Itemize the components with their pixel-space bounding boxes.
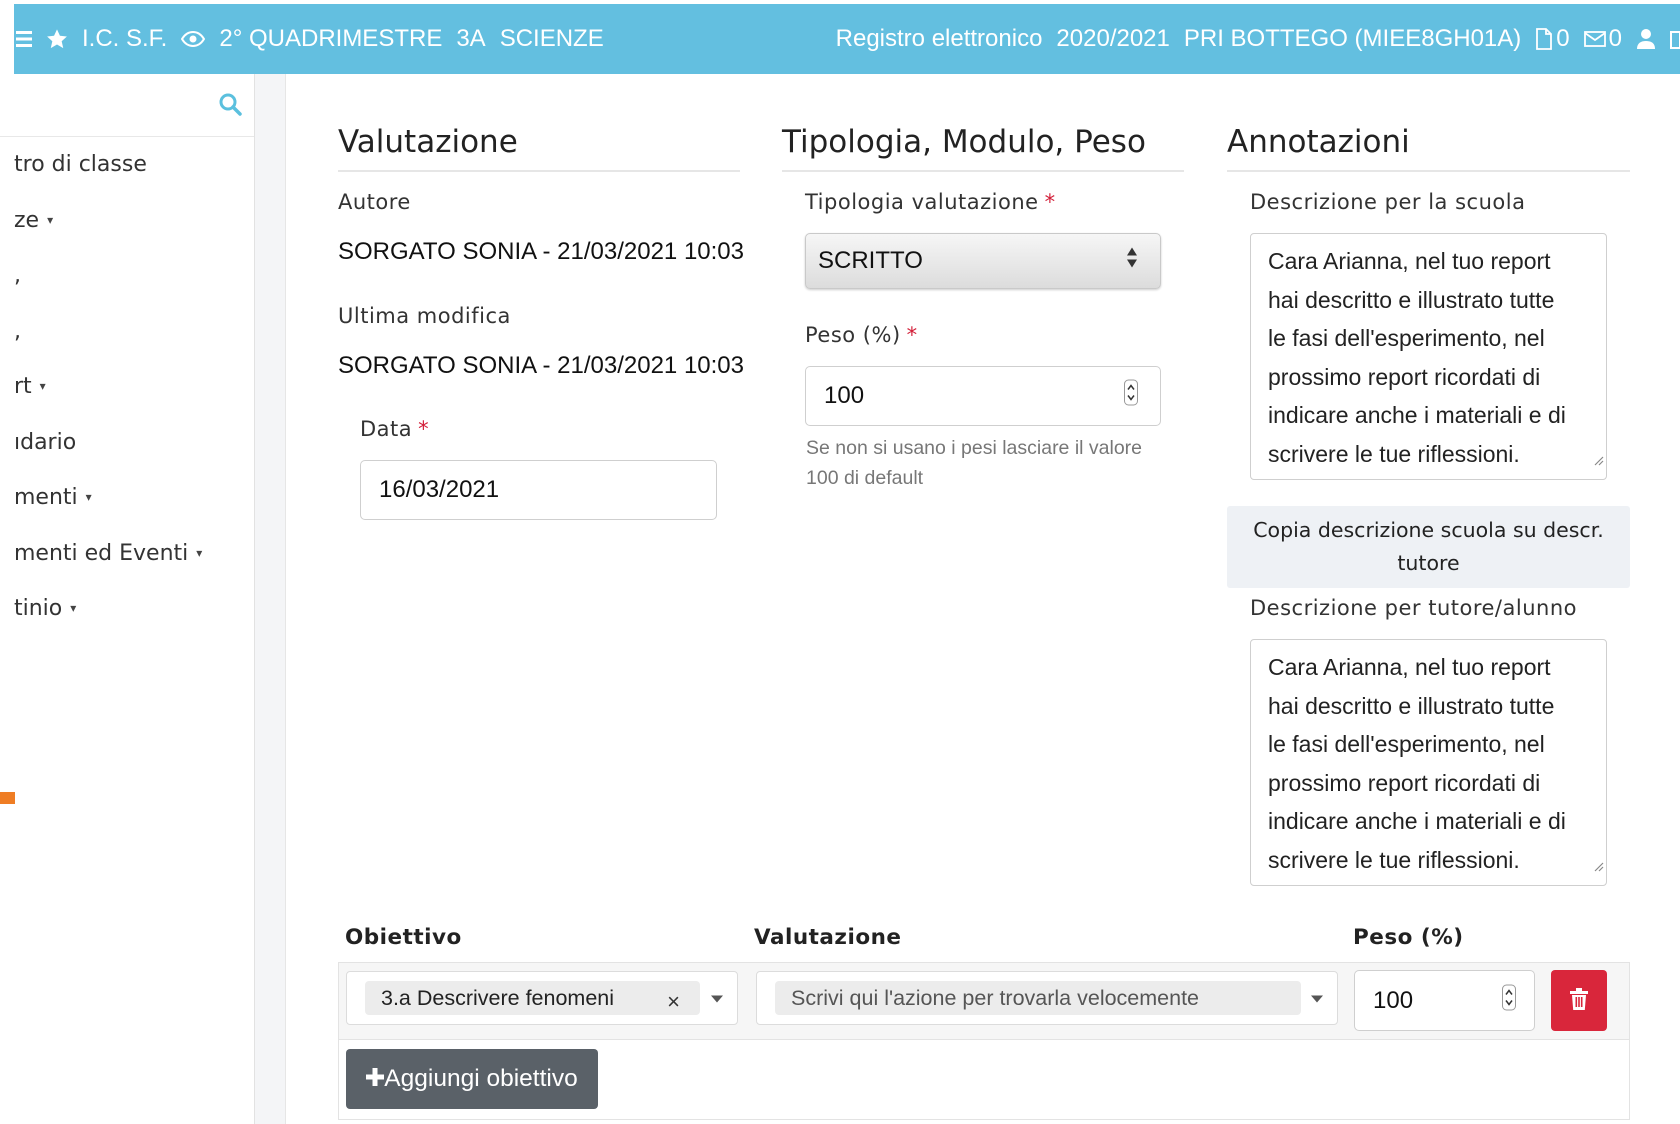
documents-link[interactable]: 0 [1535, 25, 1570, 53]
descrizione-scuola-textarea[interactable]: Cara Arianna, nel tuo report hai descrit… [1250, 233, 1607, 480]
descrizione-scuola-label: Descrizione per la scuola [1250, 190, 1526, 214]
sidebar-item-4[interactable]: , [0, 304, 254, 360]
chevron-down-icon[interactable] [711, 989, 723, 1008]
sidebar-item-documenti-eventi[interactable]: menti ed Eventi ▾ [0, 526, 254, 582]
documents-count: 0 [1556, 25, 1570, 52]
user-icon[interactable] [1636, 28, 1656, 50]
sidebar-item-report[interactable]: rt ▾ [0, 359, 254, 415]
peso-label: Peso (%) * [805, 323, 918, 347]
caret-down-icon: ▾ [196, 545, 203, 560]
caret-down-icon: ▾ [70, 601, 77, 616]
sidebar: tro di classe ze ▾ , , rt ▾ ıdario menti ▾ … [0, 74, 255, 1124]
data-label: Data * [360, 417, 430, 441]
sidebar-search[interactable] [0, 74, 254, 137]
chevron-down-icon[interactable] [1311, 989, 1323, 1008]
caret-down-icon: ▾ [85, 490, 92, 505]
number-stepper-icon[interactable] [1124, 379, 1138, 413]
select-arrows-icon [1126, 247, 1138, 276]
peso-value: 100 [824, 382, 865, 409]
logout-icon[interactable] [1670, 28, 1680, 50]
caret-down-icon: ▾ [39, 379, 46, 394]
section-title-valutazione: Valutazione [338, 124, 740, 172]
obiettivo-peso-value: 100 [1373, 986, 1414, 1014]
sidebar-item-registro-classe[interactable]: tro di classe [0, 137, 254, 193]
sidebar-item-documenti[interactable]: menti ▾ [0, 470, 254, 526]
app-info: Registro elettronico 2020/2021 PRI BOTTE… [836, 25, 1680, 53]
subject-label[interactable]: SCIENZE [500, 25, 604, 53]
add-obiettivo-button[interactable]: Aggiungi obiettivo [346, 1049, 598, 1109]
autore-label: Autore [338, 190, 411, 214]
required-marker: * [1044, 190, 1056, 214]
valutazione-select[interactable]: Scrivi qui l'azione per trovarla velocem… [756, 971, 1338, 1025]
eye-icon [181, 30, 206, 48]
required-marker: * [418, 417, 430, 441]
class-label[interactable]: 3A [456, 25, 485, 53]
school-name[interactable]: I.C. S.F. [82, 25, 167, 53]
caret-down-icon: ▾ [47, 212, 54, 227]
number-stepper-icon[interactable] [1502, 984, 1516, 1017]
data-field[interactable]: 16/03/2021 [360, 460, 717, 520]
envelope-icon [1583, 30, 1606, 48]
valutazione-placeholder: Scrivi qui l'azione per trovarla velocem… [775, 981, 1301, 1015]
trash-icon [1570, 987, 1588, 1014]
tipologia-selected-value: SCRITTO [818, 247, 923, 274]
column-header-valutazione: Valutazione [754, 925, 902, 950]
obiettivo-select[interactable]: 3.a Descrivere fenomeni × [346, 971, 738, 1025]
messages-link[interactable]: 0 [1583, 25, 1622, 53]
context-bar: I.C. S.F. 2° QUADRIMESTRE 3A SCIENZE [14, 25, 604, 53]
period-label[interactable]: 2° QUADRIMESTRE [219, 25, 442, 53]
tipologia-label: Tipologia valutazione * [805, 190, 1056, 214]
orange-indicator [0, 792, 15, 804]
peso-input[interactable]: 100 [805, 366, 1161, 426]
resize-handle-icon[interactable] [1592, 845, 1604, 884]
ultima-modifica-value: SORGATO SONIA - 21/03/2021 10:03 [338, 352, 744, 379]
top-navbar: I.C. S.F. 2° QUADRIMESTRE 3A SCIENZE Reg… [14, 4, 1680, 74]
search-icon[interactable] [218, 92, 242, 120]
content-gutter [255, 74, 286, 1124]
sidebar-item-scrutinio[interactable]: tinio ▾ [0, 581, 254, 637]
star-icon[interactable] [46, 28, 68, 50]
section-title-tipologia: Tipologia, Modulo, Peso [782, 124, 1184, 172]
sidebar-item-calendario[interactable]: ıdario [0, 415, 254, 471]
school-year: 2020/2021 [1056, 25, 1170, 52]
document-icon [1535, 28, 1553, 50]
descrizione-tutore-label: Descrizione per tutore/alunno [1250, 596, 1577, 620]
sidebar-item-3[interactable]: , [0, 248, 254, 304]
institute-name: PRI BOTTEGO (MIEE8GH01A) [1183, 25, 1522, 52]
obiettivo-chip-label: 3.a Descrivere fenomeni [381, 985, 615, 1010]
peso-help-text: Se non si usano i pesi lasciare il valor… [806, 437, 1143, 489]
obiettivo-peso-input[interactable]: 100 [1354, 970, 1535, 1031]
column-header-obiettivo: Obiettivo [345, 925, 462, 950]
required-marker: * [906, 323, 918, 347]
tipologia-select[interactable]: SCRITTO [805, 233, 1161, 289]
sidebar-item-assenze[interactable]: ze ▾ [0, 193, 254, 249]
delete-obiettivo-button[interactable] [1551, 970, 1607, 1031]
plus-icon [366, 1065, 385, 1093]
messages-count: 0 [1608, 25, 1622, 52]
add-obiettivo-label: Aggiungi obiettivo [384, 1065, 578, 1092]
ultima-modifica-label: Ultima modifica [338, 304, 511, 328]
obiettivo-chip: 3.a Descrivere fenomeni × [365, 981, 700, 1015]
sidebar-menu: tro di classe ze ▾ , , rt ▾ ıdario menti ▾ … [0, 137, 254, 637]
resize-handle-icon[interactable] [1592, 439, 1604, 478]
app-name: Registro elettronico [835, 25, 1043, 52]
clear-icon[interactable]: × [667, 989, 680, 1015]
copy-description-button[interactable]: Copia descrizione scuola su descr. tutor… [1227, 506, 1630, 588]
section-title-annotazioni: Annotazioni [1227, 124, 1630, 172]
autore-value: SORGATO SONIA - 21/03/2021 10:03 [338, 238, 744, 265]
menu-icon[interactable] [16, 29, 32, 49]
descrizione-tutore-textarea[interactable]: Cara Arianna, nel tuo report hai descrit… [1250, 639, 1607, 886]
column-header-peso: Peso (%) [1353, 925, 1464, 950]
